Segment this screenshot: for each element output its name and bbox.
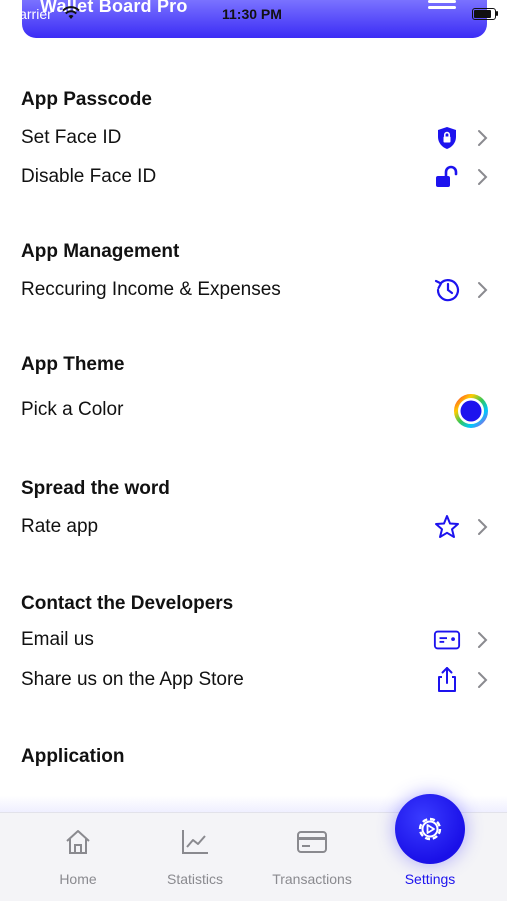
row-pick-color[interactable]: Pick a Color [21,392,489,428]
chart-icon [182,830,208,854]
unlock-icon [433,163,461,191]
card-icon [433,626,461,654]
row-label: Disable Face ID [21,166,157,187]
row-disable-face-id[interactable]: Disable Face ID [21,159,489,195]
battery-icon [472,8,496,20]
star-icon [433,513,461,541]
wifi-icon [62,6,80,19]
section-title-management: App Management [21,241,180,262]
row-email-us[interactable]: Email us [21,622,489,658]
row-label: Rate app [21,516,99,537]
tab-label: Statistics [166,871,223,887]
chevron-right-icon [478,672,488,688]
row-set-face-id[interactable]: Set Face ID [21,120,489,156]
row-rate-app[interactable]: Rate app [21,509,489,545]
carrier-label: Carrier [9,6,52,22]
section-title-contact: Contact the Developers [21,593,234,614]
chevron-right-icon [478,130,488,146]
section-title-theme: App Theme [21,354,125,375]
tab-transactions[interactable]: Transactions [257,825,367,895]
home-icon [66,830,90,854]
row-recurring[interactable]: Reccuring Income & Expenses [21,272,489,308]
tab-home[interactable]: Home [23,825,133,895]
row-label: Share us on the App Store [21,669,244,690]
card-icon [297,831,327,853]
share-icon [433,666,461,694]
chevron-right-icon [478,282,488,298]
chevron-right-icon [478,519,488,535]
chevron-right-icon [478,169,488,185]
chevron-right-icon [478,632,488,648]
row-label: Set Face ID [21,127,122,148]
menu-icon[interactable] [428,0,456,9]
tab-label: Settings [404,871,456,887]
status-time: 11:30 PM [222,6,282,22]
tab-settings[interactable]: Settings [375,825,485,895]
section-title-spread: Spread the word [21,478,170,499]
row-label: Reccuring Income & Expenses [21,279,281,300]
row-label: Email us [21,629,94,650]
tab-label: Home [59,871,97,887]
tab-statistics[interactable]: Statistics [140,825,250,895]
section-title-application: Application [21,746,125,767]
history-icon [433,276,461,304]
color-wheel-icon[interactable] [453,393,489,429]
tab-label: Transactions [272,871,352,887]
section-title-passcode: App Passcode [21,89,152,110]
row-label: Pick a Color [21,399,124,420]
row-share-app-store[interactable]: Share us on the App Store [21,662,489,698]
shield-lock-icon [433,124,461,152]
